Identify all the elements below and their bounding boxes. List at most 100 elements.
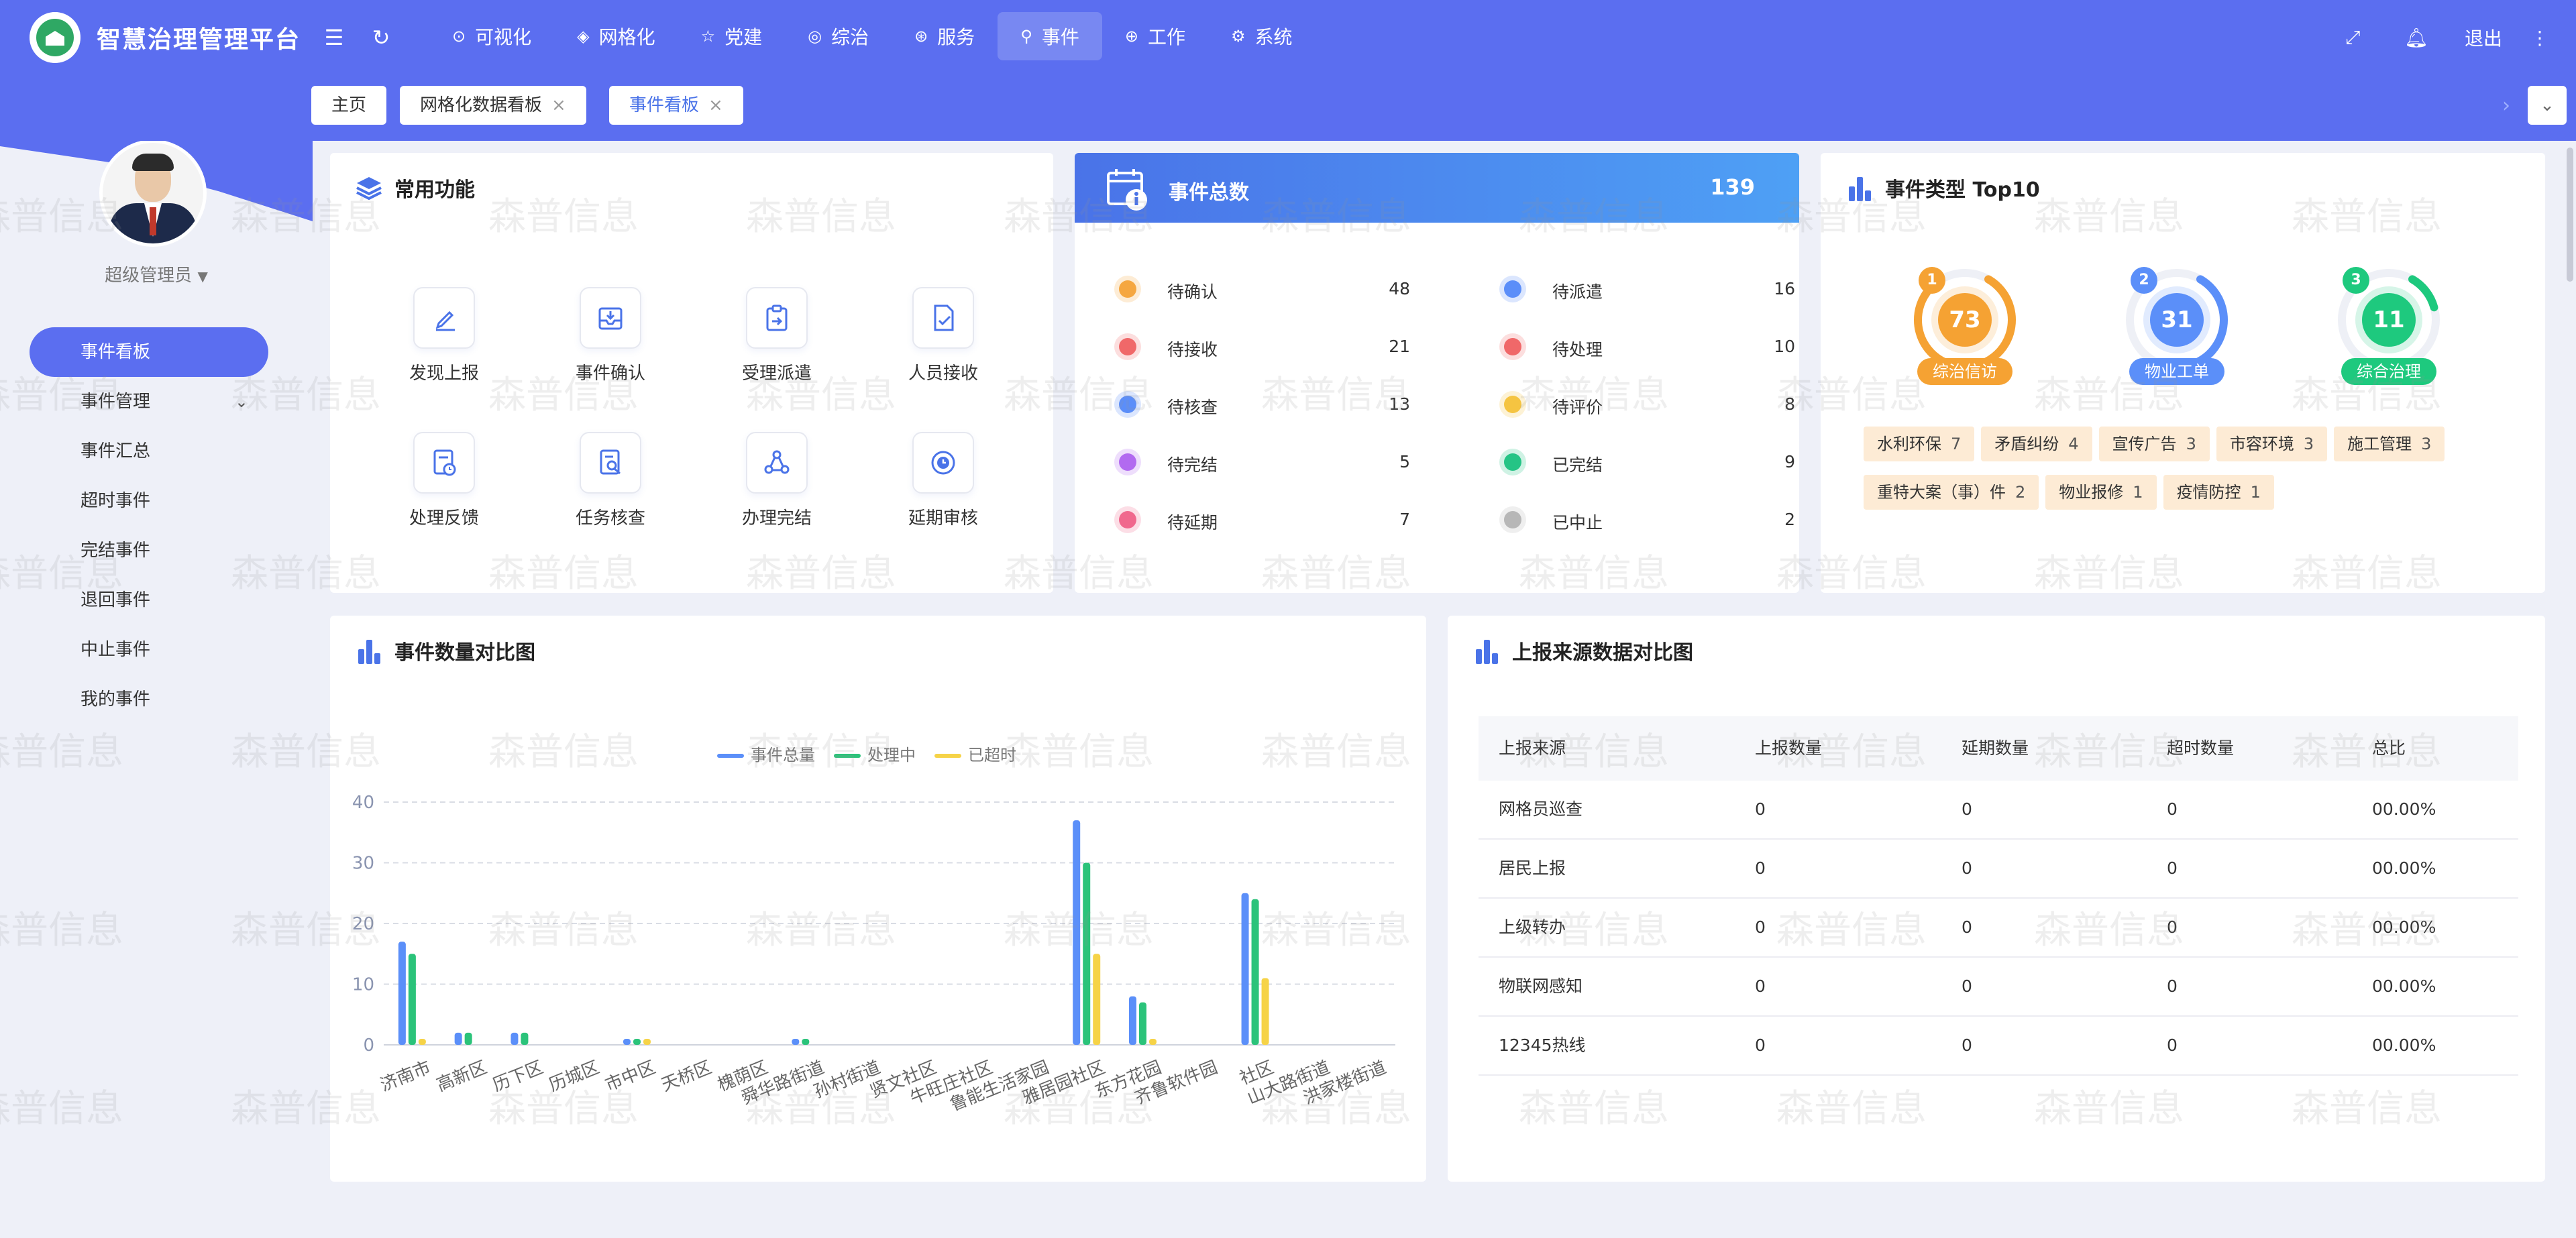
tab-1[interactable]: 网格化数据看板 ×	[400, 86, 586, 125]
tab-scroll-right-icon[interactable]: ›	[2502, 94, 2510, 117]
nav-item-label: 网格化	[598, 26, 655, 48]
sidebar-item-2[interactable]: 事件汇总	[30, 427, 268, 476]
tab-menu-dropdown[interactable]: ⌄	[2528, 86, 2567, 125]
function-pen[interactable]: 发现上报	[384, 287, 504, 384]
table-row[interactable]: 居民上报 0 0 0 00.00%	[1479, 840, 2518, 899]
fullscreen-icon[interactable]: ⤢	[2345, 17, 2360, 58]
function-inbox[interactable]: 事件确认	[550, 287, 671, 384]
bar[interactable]	[398, 942, 406, 1045]
page-scrollbar[interactable]	[2567, 148, 2573, 282]
avatar[interactable]	[99, 141, 207, 247]
bar[interactable]	[633, 1038, 641, 1045]
type-chip[interactable]: 物业报修 1	[2045, 475, 2157, 510]
location-pin-icon: ⚲	[1020, 27, 1032, 46]
nav-item-5[interactable]: ⚲ 事件	[998, 12, 1102, 60]
logout-button[interactable]: 退出	[2465, 17, 2502, 58]
event-count-chart-card: 事件数量对比图 事件总量 处理中 已超时 0 10 20 30 40 济南市 高新区 历下区 历城区…	[330, 616, 1426, 1182]
bar[interactable]	[1149, 1038, 1157, 1045]
nav-item-3[interactable]: ◎ 综治	[785, 12, 892, 60]
bar[interactable]	[1093, 954, 1101, 1045]
event-status-item[interactable]: 待延期 7	[1114, 506, 1410, 534]
type-chip[interactable]: 疫情防控 1	[2163, 475, 2274, 510]
close-icon[interactable]: ×	[708, 95, 723, 115]
function-file-check[interactable]: 人员接收	[883, 287, 1004, 384]
function-share[interactable]: 办理完结	[716, 432, 837, 529]
event-status-item[interactable]: 待核查 13	[1114, 391, 1410, 418]
table-cell: 0	[2167, 1035, 2178, 1055]
event-status-item[interactable]: 待处理 10	[1499, 333, 1795, 361]
bar[interactable]	[1083, 862, 1091, 1046]
type-ring-3[interactable]: 11 3 综合治理	[2332, 263, 2446, 385]
menu-collapse-icon[interactable]: ☰	[321, 24, 347, 51]
tab-2[interactable]: 事件看板 ×	[609, 86, 743, 125]
nav-item-4[interactable]: ⊛ 服务	[892, 12, 998, 60]
nav-item-6[interactable]: ⊕ 工作	[1102, 12, 1208, 60]
bell-icon[interactable]: 🔔︎	[2404, 17, 2428, 58]
bar[interactable]	[454, 1032, 462, 1045]
event-status-item[interactable]: 待评价 8	[1499, 391, 1795, 418]
sidebar-item-7[interactable]: 我的事件	[30, 675, 268, 724]
bar[interactable]	[1073, 820, 1081, 1045]
type-chip[interactable]: 矛盾纠纷 4	[1981, 427, 2092, 461]
bar[interactable]	[643, 1038, 651, 1045]
table-row[interactable]: 物联网感知 0 0 0 00.00%	[1479, 958, 2518, 1017]
nav-item-label: 服务	[937, 26, 975, 48]
bar[interactable]	[1129, 996, 1136, 1045]
sidebar-item-4[interactable]: 完结事件	[30, 526, 268, 575]
sidebar-item-3[interactable]: 超时事件	[30, 476, 268, 526]
type-chip[interactable]: 市容环境 3	[2216, 427, 2328, 461]
bar[interactable]	[623, 1038, 631, 1045]
nav-item-0[interactable]: ⊙ 可视化	[429, 12, 554, 60]
close-icon[interactable]: ×	[551, 95, 566, 115]
table-row[interactable]: 上级转办 0 0 0 00.00%	[1479, 899, 2518, 958]
type-chip[interactable]: 水利环保 7	[1864, 427, 1975, 461]
bar[interactable]	[1241, 893, 1249, 1045]
event-status-item[interactable]: 待确认 48	[1114, 276, 1410, 303]
bar[interactable]	[1139, 1002, 1146, 1045]
sidebar-item-0[interactable]: 事件看板	[30, 327, 268, 377]
bar-chart-icon	[1472, 637, 1501, 664]
type-chip[interactable]: 施工管理 3	[2334, 427, 2445, 461]
event-status-item[interactable]: 待派遣 16	[1499, 276, 1795, 303]
bar[interactable]	[464, 1032, 472, 1045]
gear-icon: ⚙	[1230, 27, 1246, 46]
type-ring-1[interactable]: 73 1 综治信访	[1908, 263, 2022, 385]
ring-label: 物业工单	[2129, 358, 2224, 385]
bar[interactable]	[521, 1032, 529, 1045]
clipboard-icon	[766, 304, 788, 331]
type-chip[interactable]: 重特大案（事）件 2	[1864, 475, 2039, 510]
bar[interactable]	[1261, 978, 1269, 1045]
sidebar-item-6[interactable]: 中止事件	[30, 625, 268, 675]
event-status-item[interactable]: 待接收 21	[1114, 333, 1410, 361]
tab-0[interactable]: 主页	[311, 86, 387, 125]
status-dot	[1114, 506, 1141, 533]
x-tick-label: 市中区	[602, 1058, 659, 1096]
bar[interactable]	[511, 1032, 519, 1045]
user-menu[interactable]: 超级管理员 ▼	[0, 262, 313, 286]
event-status-item[interactable]: 待完结 5	[1114, 449, 1410, 476]
bar[interactable]	[1251, 899, 1259, 1045]
refresh-icon[interactable]: ↻	[368, 24, 394, 51]
event-status-item[interactable]: 已中止 2	[1499, 506, 1795, 534]
nav-item-1[interactable]: ◈ 网格化	[554, 12, 678, 60]
event-status-item[interactable]: 已完结 9	[1499, 449, 1795, 476]
bar[interactable]	[418, 1038, 426, 1045]
sidebar-item-5[interactable]: 退回事件	[30, 575, 268, 625]
more-icon[interactable]: ⋮	[2530, 17, 2549, 58]
function-clock[interactable]: 延期审核	[883, 432, 1004, 529]
table-row[interactable]: 网格员巡查 0 0 0 00.00%	[1479, 781, 2518, 840]
status-dot	[1114, 449, 1141, 475]
function-doc-clock[interactable]: 处理反馈	[384, 432, 504, 529]
type-chip[interactable]: 宣传广告 3	[2098, 427, 2210, 461]
function-doc-search[interactable]: 任务核查	[550, 432, 671, 529]
bar[interactable]	[408, 954, 416, 1045]
sidebar-item-1[interactable]: 事件管理 ⌄	[30, 377, 268, 427]
nav-item-7[interactable]: ⚙ 系统	[1208, 12, 1316, 60]
function-clipboard[interactable]: 受理派遣	[716, 287, 837, 384]
bar[interactable]	[802, 1038, 810, 1045]
type-ring-2[interactable]: 31 2 物业工单	[2120, 263, 2234, 385]
x-tick-label: 济南市	[378, 1058, 434, 1096]
bar[interactable]	[792, 1038, 800, 1045]
nav-item-2[interactable]: ☆ 党建	[678, 12, 786, 60]
table-row[interactable]: 12345热线 0 0 0 00.00%	[1479, 1017, 2518, 1076]
